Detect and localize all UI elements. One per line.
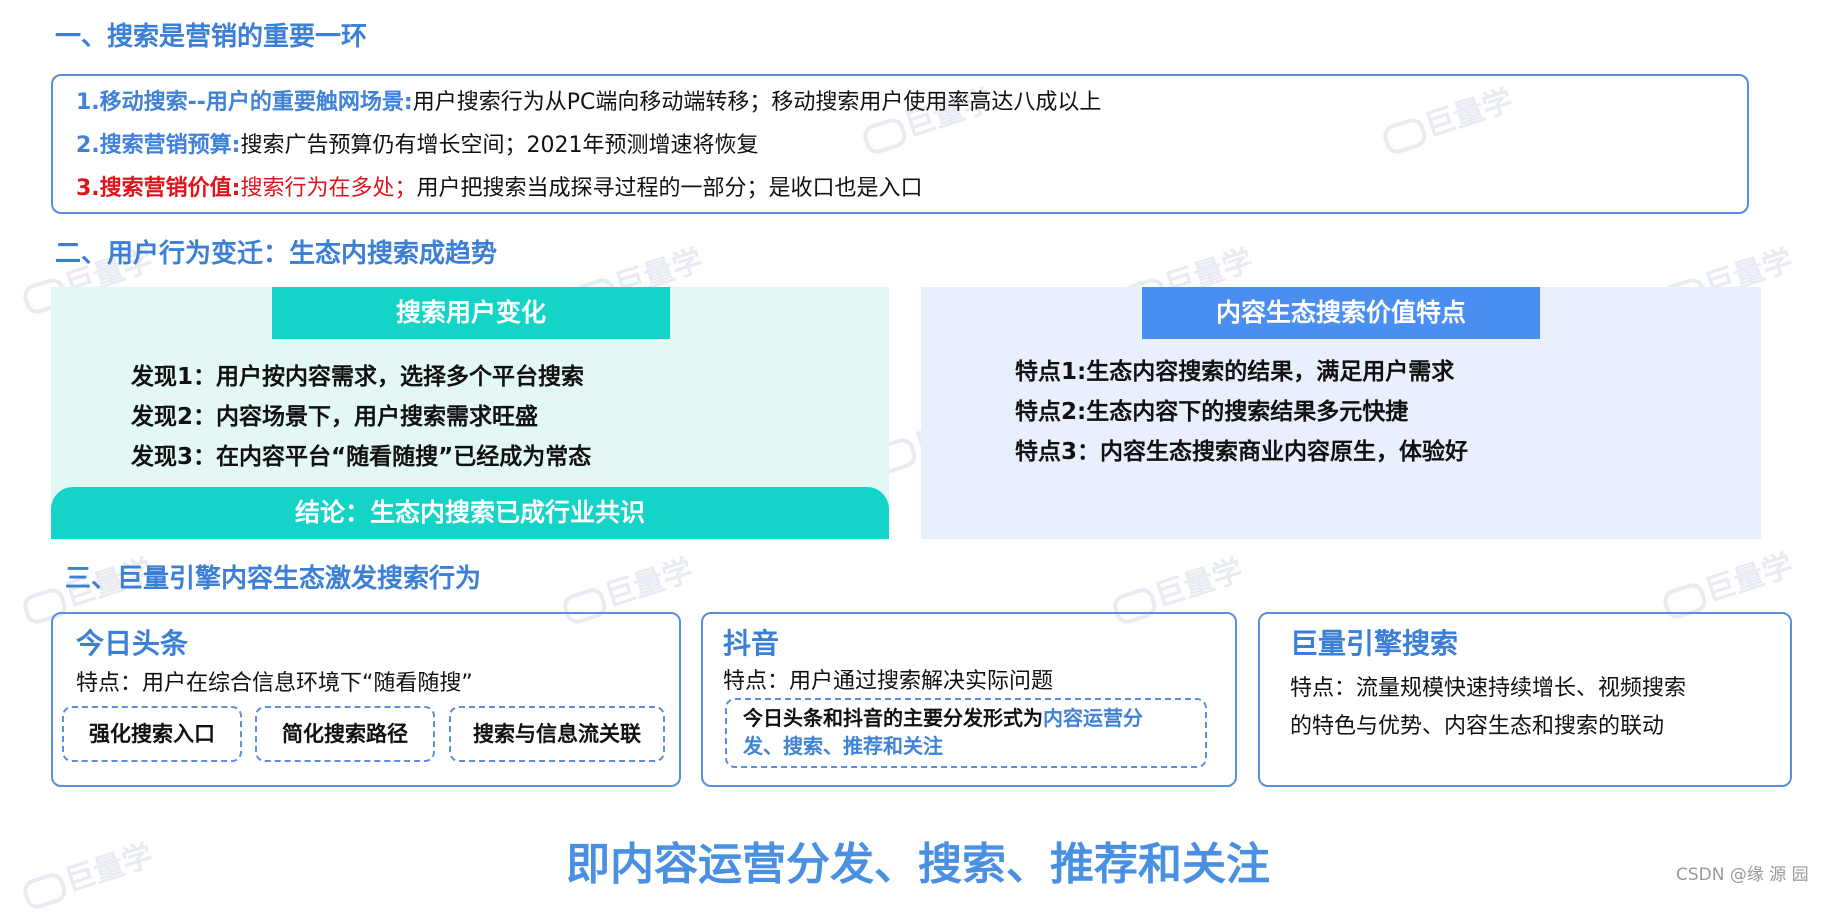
pill-feed-link: 搜索与信息流关联 xyxy=(449,706,665,762)
user-change-banner: 搜索用户变化 xyxy=(272,287,670,339)
user-change-panel: 搜索用户变化 发现1：用户按内容需求，选择多个平台搜索 发现2：内容场景下，用户… xyxy=(51,287,889,539)
finding-1: 发现1：用户按内容需求，选择多个平台搜索 xyxy=(131,364,585,390)
finding-3: 发现3：在内容平台“随看随搜”已经成为常态 xyxy=(131,444,592,470)
toutiao-card: 今日头条 特点：用户在综合信息环境下“随看随搜” 强化搜索入口 简化搜索路径 搜… xyxy=(51,612,681,787)
ocean-engine-text-2: 的特色与优势、内容生态和搜索的联动 xyxy=(1290,714,1665,739)
item-1: 1.移动搜索--用户的重要触网场景:用户搜索行为从PC端向移动端转移；移动搜索用… xyxy=(76,88,1101,118)
item-1-label: 1.移动搜索--用户的重要触网场景: xyxy=(76,90,413,115)
pill-simplify-path: 简化搜索路径 xyxy=(255,706,435,762)
feature-3: 特点3：内容生态搜索商业内容原生，体验好 xyxy=(1015,439,1469,465)
ocean-engine-text-1: 特点：流量规模快速持续增长、视频搜索 xyxy=(1290,676,1687,701)
toutiao-title: 今日头条 xyxy=(76,627,189,660)
item-2-text: 搜索广告预算仍有增长空间；2021年预测增速将恢复 xyxy=(240,133,759,158)
summary-text: 即内容运营分发、搜索、推荐和关注 xyxy=(566,839,1270,890)
item-3: 3.搜索营销价值:搜索行为在多处；用户把搜索当成探寻过程的一部分；是收口也是入口 xyxy=(76,174,923,204)
item-2-label: 2.搜索营销预算: xyxy=(76,133,241,158)
pill-strengthen-entry: 强化搜索入口 xyxy=(62,706,242,762)
douyin-text: 特点：用户通过搜索解决实际问题 xyxy=(723,669,1054,694)
section1-box: 1.移动搜索--用户的重要触网场景:用户搜索行为从PC端向移动端转移；移动搜索用… xyxy=(51,74,1749,214)
douyin-note-highlight-1: 内容运营分 xyxy=(1043,706,1143,730)
content-value-panel: 内容生态搜索价值特点 特点1:生态内容搜索的结果，满足用户需求 特点2:生态内容… xyxy=(921,287,1761,539)
douyin-note-text: 今日头条和抖音的主要分发形式为 xyxy=(743,706,1043,730)
toutiao-text: 特点：用户在综合信息环境下“随看随搜” xyxy=(76,671,473,696)
csdn-credit: CSDN @缘 源 园 xyxy=(1676,865,1809,885)
item-3-red-text: 搜索行为在多处； xyxy=(240,176,417,201)
item-3-label: 3.搜索营销价值: xyxy=(76,176,241,201)
douyin-title: 抖音 xyxy=(723,627,780,660)
feature-1: 特点1:生态内容搜索的结果，满足用户需求 xyxy=(1015,359,1455,385)
item-3-text: 用户把搜索当成探寻过程的一部分；是收口也是入口 xyxy=(416,176,923,201)
content-value-banner: 内容生态搜索价值特点 xyxy=(1142,287,1540,339)
item-1-text: 用户搜索行为从PC端向移动端转移；移动搜索用户使用率高达八成以上 xyxy=(412,90,1102,115)
douyin-card: 抖音 特点：用户通过搜索解决实际问题 今日头条和抖音的主要分发形式为内容运营分发… xyxy=(701,612,1237,787)
feature-2: 特点2:生态内容下的搜索结果多元快捷 xyxy=(1015,399,1409,425)
douyin-note-highlight-2: 发、搜索、推荐和关注 xyxy=(743,734,943,758)
section-title-1: 一、搜索是营销的重要一环 xyxy=(55,22,368,52)
douyin-distribution-note: 今日头条和抖音的主要分发形式为内容运营分发、搜索、推荐和关注 xyxy=(725,698,1207,768)
finding-2: 发现2：内容场景下，用户搜索需求旺盛 xyxy=(131,404,539,430)
ocean-engine-title: 巨量引擎搜索 xyxy=(1290,627,1459,660)
conclusion-banner: 结论：生态内搜索已成行业共识 xyxy=(51,487,889,539)
section-title-3: 三、巨量引擎内容生态激发搜索行为 xyxy=(65,564,482,594)
section-title-2: 二、用户行为变迁：生态内搜索成趋势 xyxy=(55,239,498,269)
ocean-engine-search-card: 巨量引擎搜索 特点：流量规模快速持续增长、视频搜索 的特色与优势、内容生态和搜索… xyxy=(1258,612,1792,787)
item-2: 2.搜索营销预算:搜索广告预算仍有增长空间；2021年预测增速将恢复 xyxy=(76,131,758,161)
